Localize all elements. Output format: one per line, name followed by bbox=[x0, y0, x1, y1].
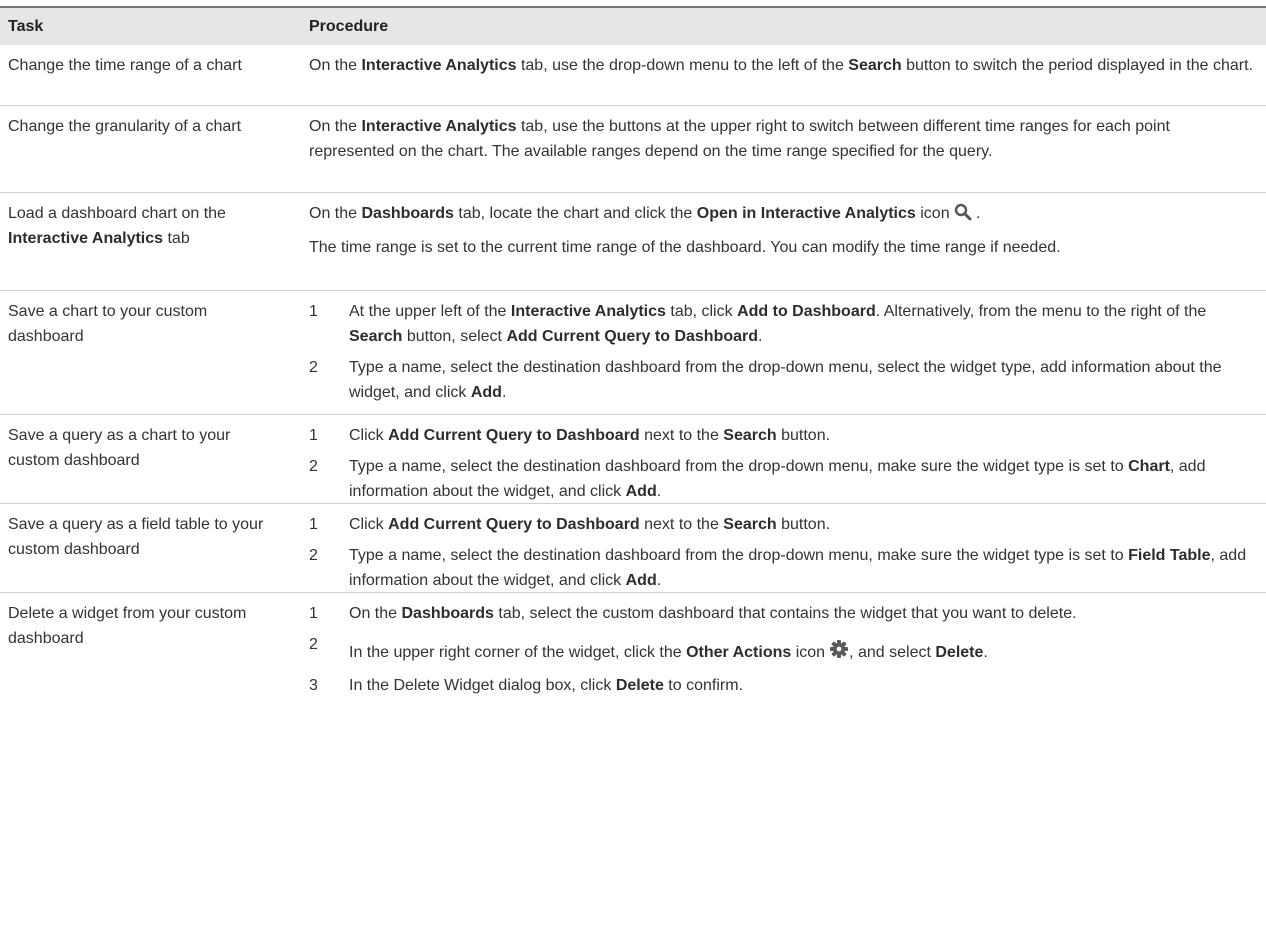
table-row: Change the time range of a chart On the … bbox=[0, 45, 1266, 106]
ui-term: Add bbox=[625, 572, 657, 589]
list-item: 2 Type a name, select the destination da… bbox=[309, 543, 1256, 593]
list-item: 1 Click Add Current Query to Dashboard n… bbox=[309, 512, 1256, 537]
task-cell: Change the granularity of a chart bbox=[8, 118, 242, 135]
ui-term: Interactive Analytics bbox=[361, 118, 517, 135]
ui-term: Field Table bbox=[1128, 547, 1211, 564]
procedure-cell: 1 Click Add Current Query to Dashboard n… bbox=[290, 504, 1266, 592]
task-cell: Save a chart to your custom dashboard bbox=[8, 303, 208, 345]
step-number: 2 bbox=[309, 636, 318, 653]
table-row: Save a query as a field table to your cu… bbox=[0, 504, 1266, 593]
procedure-cell: 1 Click Add Current Query to Dashboard n… bbox=[290, 415, 1266, 503]
task-cell: Save a query as a field table to your cu… bbox=[8, 516, 264, 558]
magnifier-icon bbox=[954, 203, 972, 229]
ui-term: Delete bbox=[935, 644, 984, 661]
list-item: 1 At the upper left of the Interactive A… bbox=[309, 299, 1256, 349]
table-row: Save a query as a chart to your custom d… bbox=[0, 415, 1266, 504]
ui-term: Add bbox=[625, 483, 657, 500]
list-item: 2 Type a name, select the destination da… bbox=[309, 454, 1256, 504]
ui-term: Chart bbox=[1128, 458, 1170, 475]
step-number: 2 bbox=[309, 359, 318, 376]
procedure-cell: On the Interactive Analytics tab, use th… bbox=[309, 118, 1170, 160]
procedure-cell: On the Interactive Analytics tab, use th… bbox=[309, 57, 1253, 74]
table-row: Delete a widget from your custom dashboa… bbox=[0, 593, 1266, 753]
procedure-cell: 1 On the Dashboards tab, select the cust… bbox=[290, 593, 1266, 753]
step-number: 1 bbox=[309, 303, 318, 320]
ui-term: Open in Interactive Analytics bbox=[696, 205, 916, 222]
step-number: 1 bbox=[309, 605, 318, 622]
ui-term: Add bbox=[470, 384, 502, 401]
gear-icon bbox=[829, 639, 849, 667]
ui-term: Interactive Analytics bbox=[8, 230, 164, 247]
table-row: Change the granularity of a chart On the… bbox=[0, 106, 1266, 193]
procedure-cell: On the Dashboards tab, locate the chart … bbox=[290, 193, 1266, 290]
task-cell: Load a dashboard chart on the Interactiv… bbox=[8, 205, 226, 247]
list-item: 2 Type a name, select the destination da… bbox=[309, 355, 1256, 405]
task-cell: Delete a widget from your custom dashboa… bbox=[8, 605, 247, 647]
step-number: 1 bbox=[309, 427, 318, 444]
step-number: 2 bbox=[309, 458, 318, 475]
table-row: Save a chart to your custom dashboard 1 … bbox=[0, 291, 1266, 415]
ui-term: Search bbox=[723, 516, 777, 533]
list-item: 3 In the Delete Widget dialog box, click… bbox=[309, 673, 1256, 698]
procedure-note: The time range is set to the current tim… bbox=[309, 239, 1061, 256]
list-item: 1 Click Add Current Query to Dashboard n… bbox=[309, 423, 1256, 448]
ui-term: Search bbox=[723, 427, 777, 444]
step-number: 1 bbox=[309, 516, 318, 533]
ui-term: Add Current Query to Dashboard bbox=[388, 427, 640, 444]
ui-term: Dashboards bbox=[361, 205, 454, 222]
step-number: 3 bbox=[309, 677, 318, 694]
ui-term: Add Current Query to Dashboard bbox=[506, 328, 759, 345]
ui-term: Add Current Query to Dashboard bbox=[388, 516, 640, 533]
ui-term: Search bbox=[848, 57, 902, 74]
task-cell: Save a query as a chart to your custom d… bbox=[8, 427, 231, 469]
header-task: Task bbox=[8, 18, 44, 35]
ui-term: Interactive Analytics bbox=[361, 57, 517, 74]
procedure-cell: 1 At the upper left of the Interactive A… bbox=[290, 291, 1266, 414]
task-procedure-table: Task Procedure Change the time range of … bbox=[0, 6, 1266, 753]
ui-term: Add to Dashboard bbox=[737, 303, 876, 320]
task-cell: Change the time range of a chart bbox=[8, 57, 242, 74]
step-number: 2 bbox=[309, 547, 318, 564]
table-row: Load a dashboard chart on the Interactiv… bbox=[0, 193, 1266, 291]
list-item: 2 In the upper right corner of the widge… bbox=[309, 632, 1256, 667]
ui-term: Search bbox=[349, 328, 403, 345]
header-procedure: Procedure bbox=[309, 18, 389, 35]
table-header: Task Procedure bbox=[0, 8, 1266, 45]
ui-term: Interactive Analytics bbox=[510, 303, 666, 320]
ui-term: Dashboards bbox=[401, 605, 494, 622]
ui-term: Delete bbox=[615, 677, 664, 694]
list-item: 1 On the Dashboards tab, select the cust… bbox=[309, 601, 1256, 626]
ui-term: Other Actions bbox=[686, 644, 792, 661]
